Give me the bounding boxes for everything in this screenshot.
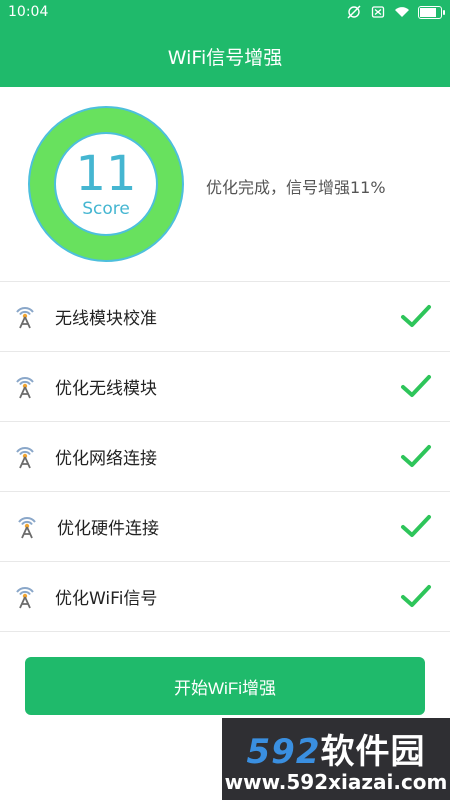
task-label: 无线模块校准 (55, 309, 157, 329)
score-value: 11 (75, 146, 137, 202)
check-icon (401, 515, 431, 537)
antenna-icon (16, 307, 34, 329)
page-title: WiFi信号增强 (167, 47, 283, 69)
task-list: 无线模块校准 优化无线模块 优化网络连接 优化硬件连接 优化WiFi信号 (0, 282, 450, 632)
task-label: 优化无线模块 (55, 379, 157, 399)
score-ring: 11 Score (28, 106, 184, 262)
wifi-signal-icon (394, 4, 410, 20)
watermark-brand-text: 软件园 (320, 732, 426, 772)
optimization-result-text: 优化完成，信号增强11% (206, 178, 386, 197)
app-header: WiFi信号增强 (0, 26, 450, 87)
battery-icon (418, 5, 445, 19)
task-label: 优化WiFi信号 (55, 589, 158, 609)
sim-off-icon (370, 4, 386, 20)
check-icon (401, 375, 431, 397)
check-icon (401, 445, 431, 467)
watermark-number: 592 (246, 732, 321, 772)
start-wifi-boost-button[interactable]: 开始WiFi增强 (25, 657, 425, 715)
antenna-icon (16, 447, 34, 469)
task-label: 优化网络连接 (55, 449, 157, 469)
antenna-icon (16, 377, 34, 399)
list-item: 无线模块校准 (0, 282, 450, 352)
check-icon (401, 305, 431, 327)
watermark-logo: 592软件园 www.592xiazai.com (222, 718, 450, 800)
alarm-off-icon (346, 4, 362, 20)
check-icon (401, 585, 431, 607)
status-icons (346, 4, 445, 20)
watermark-url: www.592xiazai.com (224, 770, 448, 794)
watermark-brand: 592软件园 (222, 724, 450, 773)
list-item: 优化WiFi信号 (0, 562, 450, 632)
status-time: 10:04 (8, 4, 49, 20)
list-item: 优化无线模块 (0, 352, 450, 422)
task-label: 优化硬件连接 (57, 519, 159, 539)
list-item: 优化硬件连接 (0, 492, 450, 562)
score-label: Score (82, 199, 130, 219)
score-ring-inner: 11 Score (54, 132, 158, 236)
list-item: 优化网络连接 (0, 422, 450, 492)
antenna-icon (16, 587, 34, 609)
antenna-icon (18, 517, 36, 539)
score-panel: 11 Score 优化完成，信号增强11% (0, 87, 450, 282)
status-bar: 10:04 (0, 0, 450, 26)
